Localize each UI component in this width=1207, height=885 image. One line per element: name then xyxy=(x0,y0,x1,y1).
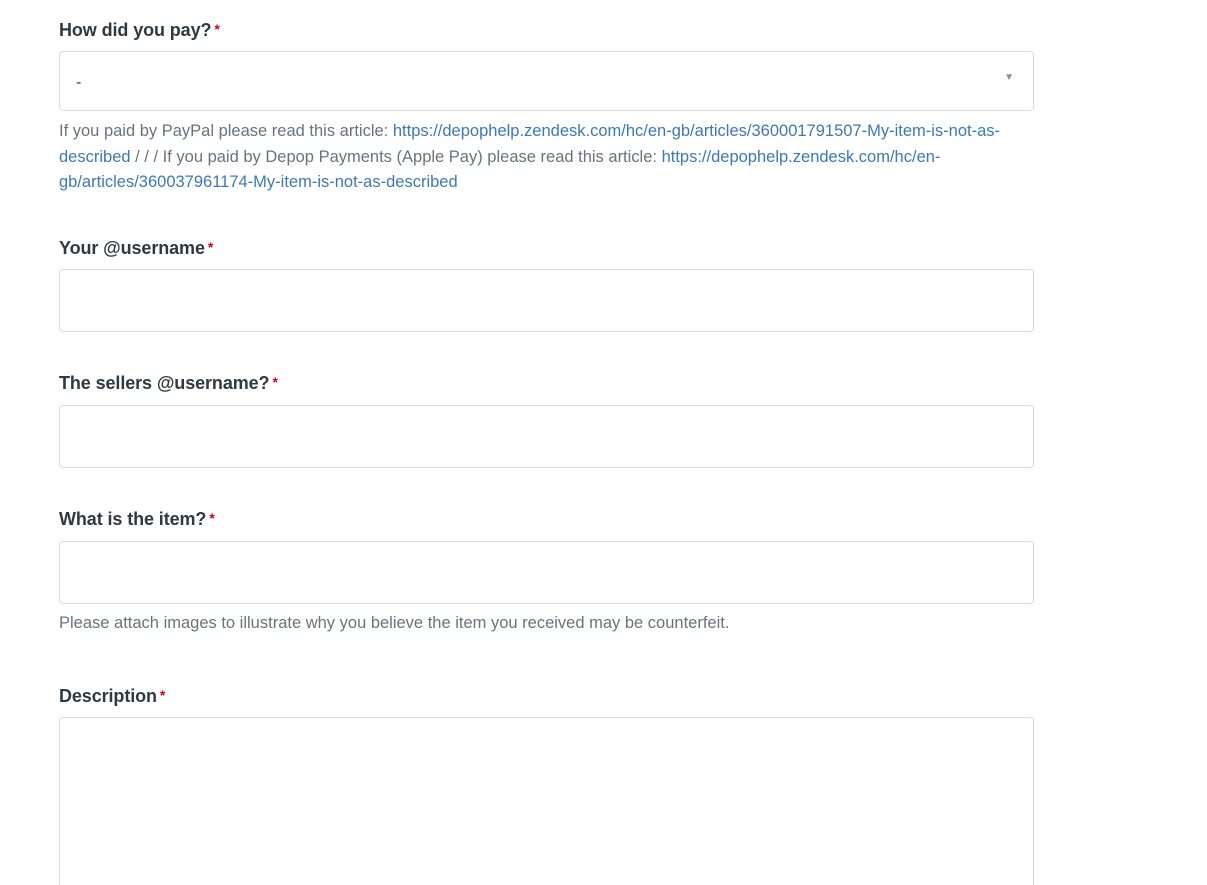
payment-hint-prefix: If you paid by PayPal please read this a… xyxy=(59,122,393,140)
seller-username-input[interactable] xyxy=(59,405,1034,468)
description-textarea[interactable] xyxy=(59,717,1034,885)
item-label: What is the item? * xyxy=(59,508,215,530)
seller-username-label: The sellers @username? * xyxy=(59,372,278,394)
payment-label: How did you pay? * xyxy=(59,19,220,41)
payment-label-text: How did you pay? xyxy=(59,20,212,40)
chevron-down-icon: ▼ xyxy=(1004,72,1014,83)
required-marker: * xyxy=(159,687,166,703)
item-input[interactable] xyxy=(59,541,1034,604)
your-username-label-text: Your @username xyxy=(59,238,205,258)
description-label: Description * xyxy=(59,685,165,707)
payment-select[interactable]: - ▼ xyxy=(59,51,1034,111)
required-marker: * xyxy=(214,21,220,37)
your-username-input[interactable] xyxy=(59,269,1034,332)
item-hint: Please attach images to illustrate why y… xyxy=(59,614,730,632)
payment-select-value: - xyxy=(76,74,82,91)
required-marker: * xyxy=(207,239,214,255)
required-marker: * xyxy=(272,374,278,390)
payment-hint: If you paid by PayPal please read this a… xyxy=(59,119,1034,196)
payment-hint-middle: / / / If you paid by Depop Payments (App… xyxy=(130,147,662,166)
seller-username-label-text: The sellers @username? xyxy=(59,373,270,393)
required-marker: * xyxy=(209,510,215,526)
item-label-text: What is the item? xyxy=(59,509,207,529)
description-label-text: Description xyxy=(59,686,157,706)
your-username-label: Your @username * xyxy=(59,237,213,259)
